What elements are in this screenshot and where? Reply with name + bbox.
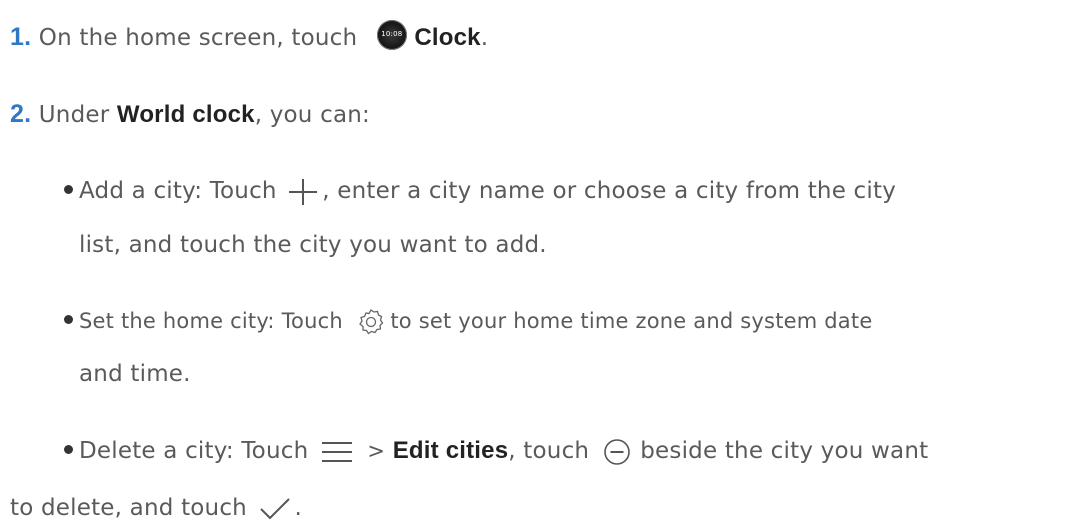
section-name: World clock [116,101,255,128]
bullet-text: to set your home time zone and system da… [390,309,873,333]
bullet-dot [64,315,73,324]
bullet-text: and time. [79,361,191,387]
bullet-text: Set the home city: Touch [79,309,343,333]
step-end: . [480,25,489,51]
remove-icon [603,438,631,466]
bullet-text: , enter a city name or choose a city fro… [322,178,897,204]
gear-icon [356,307,386,337]
bullet-text: beside the city you want [640,438,929,464]
plus-icon [286,177,320,207]
app-name: Clock [414,24,481,51]
bullet-dot [64,185,73,194]
edit-cities-label: Edit cities [392,437,509,464]
menu-separator: > [367,439,386,463]
clock-icon-time: 10:08 [381,29,403,38]
bullet-add-city-cont: list, and touch the city you want to add… [79,230,547,260]
step-2: 2. Under World clock, you can: [10,99,370,130]
bullet-add-city: Add a city: Touch , enter a city name or… [64,176,896,207]
step-1: 1. On the home screen, touch 10:08 Clock… [10,19,489,54]
bullet-text: to delete, and touch [10,495,247,521]
bullet-home-city-cont: and time. [79,359,191,389]
bullet-text: Add a city: Touch [79,178,277,204]
step-number: 2. [10,100,32,128]
bullet-dot [64,445,73,454]
bullet-home-city: Set the home city: Touch to set your hom… [64,306,872,337]
bullet-delete-city-cont: to delete, and touch . [10,493,302,523]
step-text: On the home screen, touch [38,25,358,51]
bullet-text: Delete a city: Touch [79,438,309,464]
check-icon [258,495,292,523]
step-number: 1. [10,23,32,51]
bullet-text: , touch [508,438,590,464]
bullet-text: list, and touch the city you want to add… [79,232,547,258]
step-text: , you can: [254,102,370,128]
clock-app-icon: 10:08 [376,19,407,50]
bullet-text: . [294,495,302,521]
step-text: Under [38,102,110,128]
bullet-delete-city: Delete a city: Touch > Edit cities, touc… [64,436,928,466]
menu-icon [320,438,354,466]
